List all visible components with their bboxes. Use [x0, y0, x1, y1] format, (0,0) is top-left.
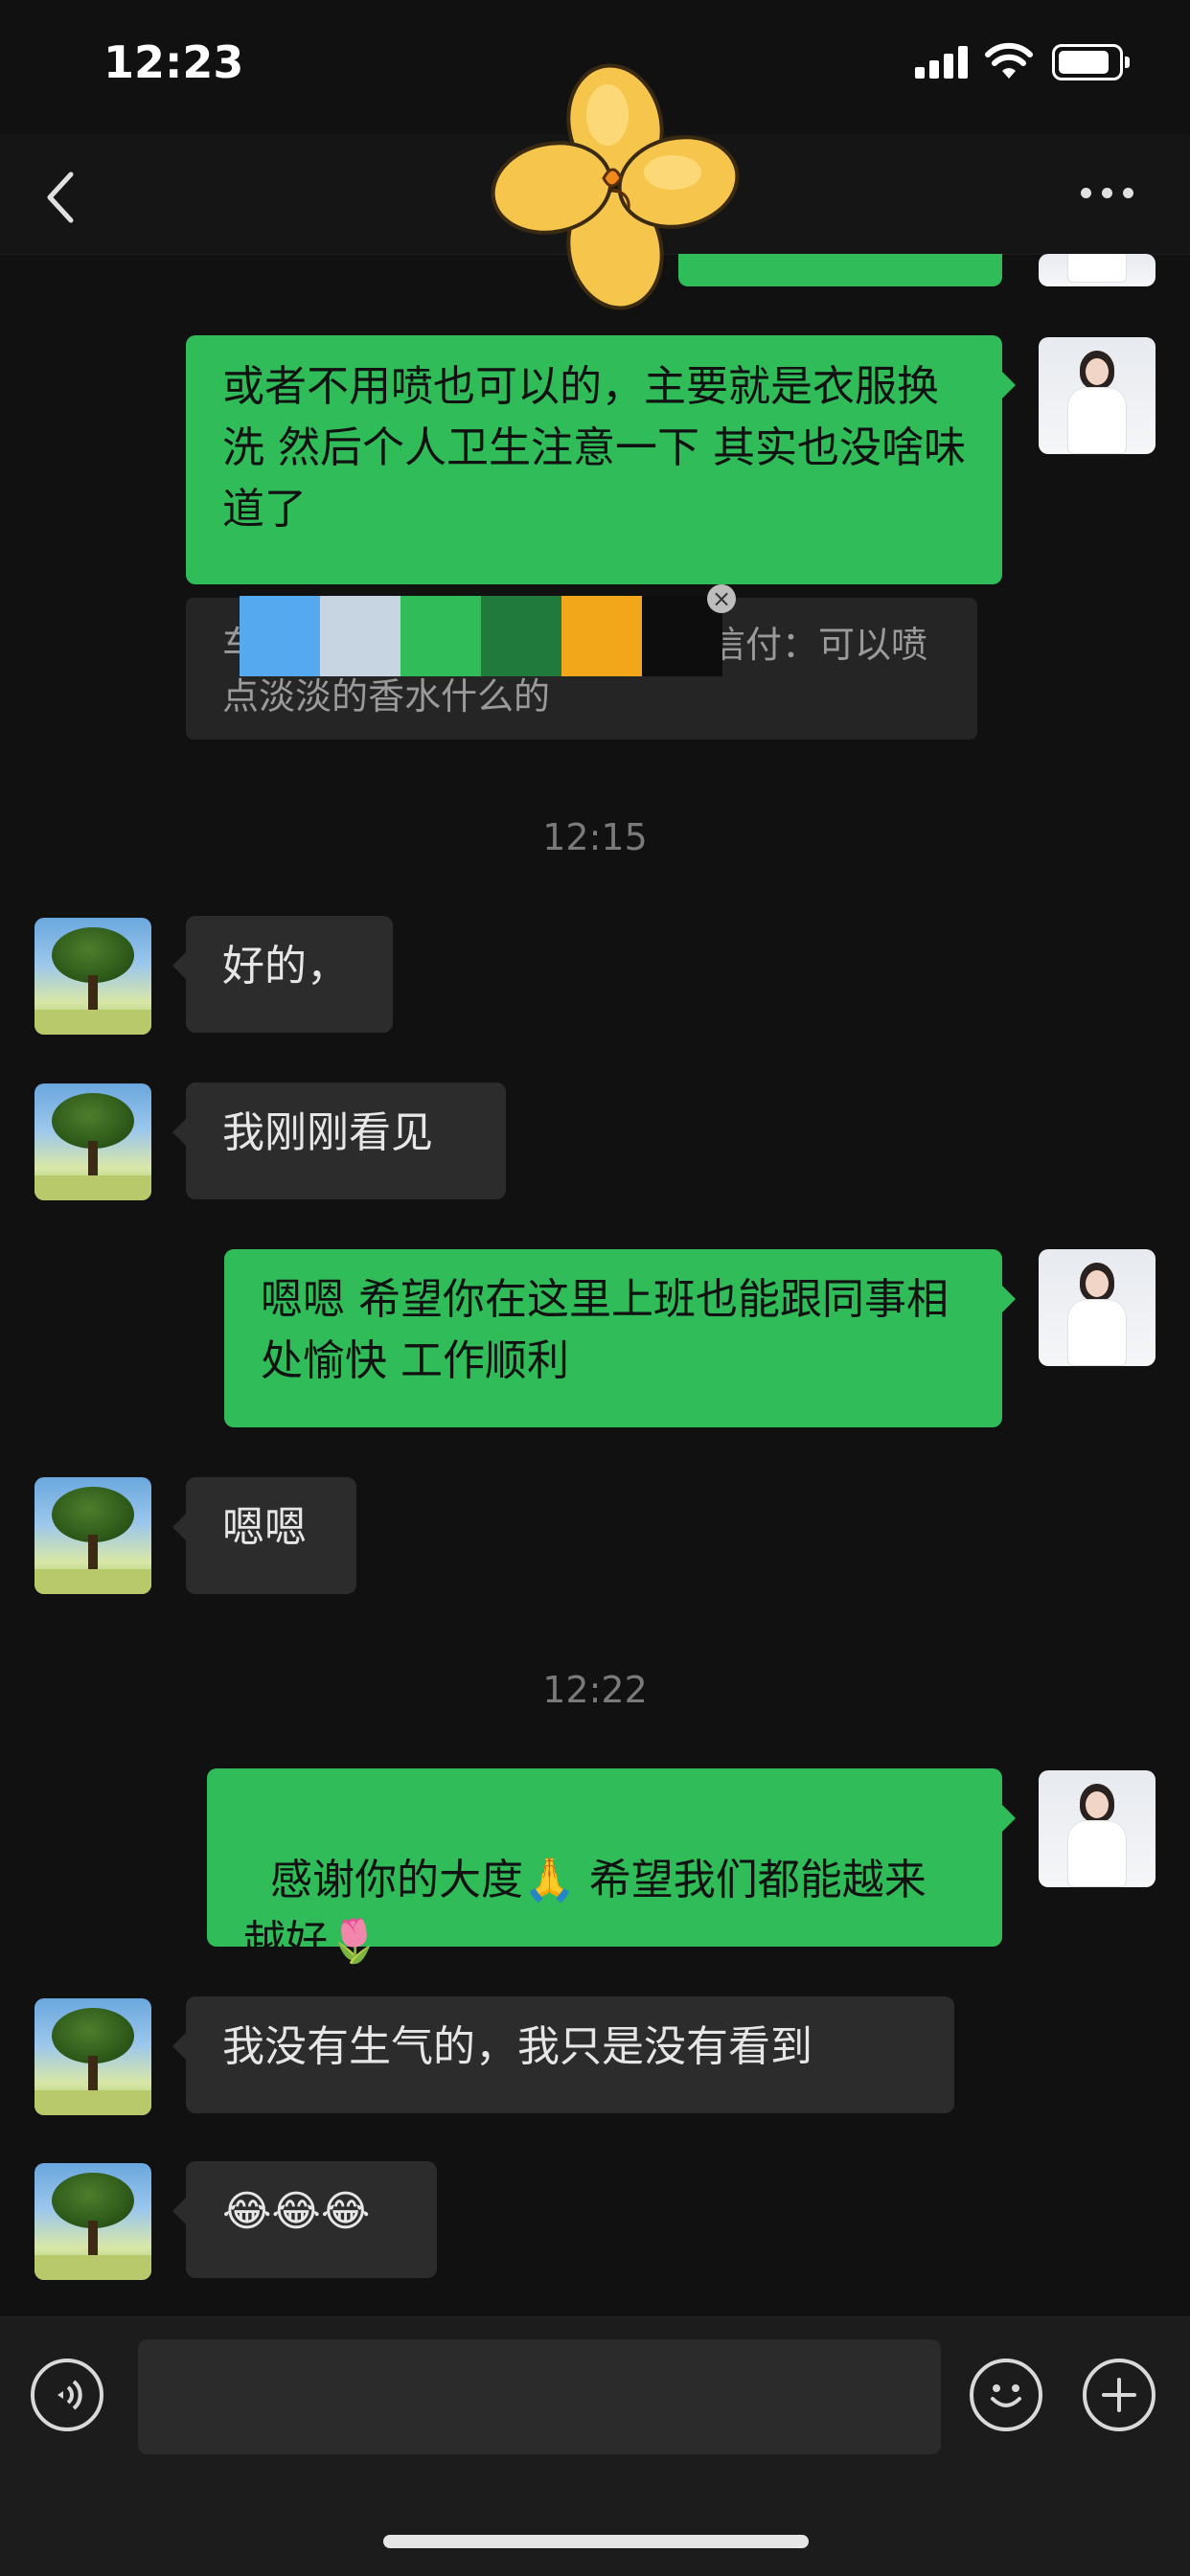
home-indicator[interactable]	[383, 2535, 809, 2548]
message-bubble[interactable]: 我刚刚看见	[172, 1083, 506, 1199]
status-time: 12:23	[103, 36, 244, 88]
avatar-contact[interactable]	[34, 1998, 151, 2115]
voice-icon[interactable]	[31, 2359, 103, 2431]
avatar-self[interactable]	[1039, 1770, 1156, 1887]
more-dots-icon[interactable]	[1081, 188, 1138, 199]
color-swatch	[561, 596, 642, 676]
message-text: 感谢你的大度	[269, 1856, 523, 1904]
message-bubble[interactable]: 😂😂😂	[172, 2161, 437, 2278]
flower-sticker	[491, 63, 740, 310]
message-bubble[interactable]: 嗯嗯	[172, 1477, 356, 1594]
close-icon[interactable]: ×	[707, 584, 736, 613]
color-swatch	[400, 596, 481, 676]
avatar-contact[interactable]	[34, 1477, 151, 1594]
avatar-contact[interactable]	[34, 1083, 151, 1200]
quote-text-line2: 点淡淡的香水什么的	[222, 675, 551, 718]
avatar-contact[interactable]	[34, 2163, 151, 2280]
battery-icon	[1052, 44, 1130, 80]
message-input[interactable]	[138, 2339, 941, 2454]
tulip-emoji: 🌷	[328, 1917, 380, 1966]
timestamp: 12:15	[542, 816, 648, 858]
message-bubble[interactable]: 或者不用喷也可以的，主要就是衣服换洗 然后个人卫生注意一下 其实也没啥味道了	[186, 335, 1016, 584]
pray-emoji: 🙏	[522, 1856, 576, 1904]
chevron-left-icon[interactable]	[42, 169, 80, 226]
color-swatch	[481, 596, 561, 676]
color-swatch	[240, 596, 320, 676]
avatar-self[interactable]	[1039, 1249, 1156, 1366]
message-bubble[interactable]: 好的，	[172, 916, 393, 1033]
avatar-contact[interactable]	[34, 918, 151, 1035]
plus-icon[interactable]	[1083, 2359, 1156, 2431]
quote-text: 信付：可以喷	[709, 624, 928, 666]
color-swatch	[320, 596, 400, 676]
avatar-self[interactable]	[1039, 254, 1156, 286]
signal-icon	[915, 46, 969, 79]
message-bubble[interactable]: 嗯嗯 希望你在这里上班也能跟同事相处愉快 工作顺利	[224, 1249, 1016, 1427]
avatar-self[interactable]	[1039, 337, 1156, 454]
wifi-icon	[985, 42, 1033, 79]
message-bubble[interactable]: 我没有生气的，我只是没有看到	[172, 1996, 954, 2113]
color-swatch-strip	[240, 596, 722, 676]
timestamp: 12:22	[542, 1669, 648, 1711]
emoji-icon[interactable]	[970, 2359, 1042, 2431]
message-bubble[interactable]: 感谢你的大度🙏 希望我们都能越来越好🌷	[207, 1768, 1016, 1966]
